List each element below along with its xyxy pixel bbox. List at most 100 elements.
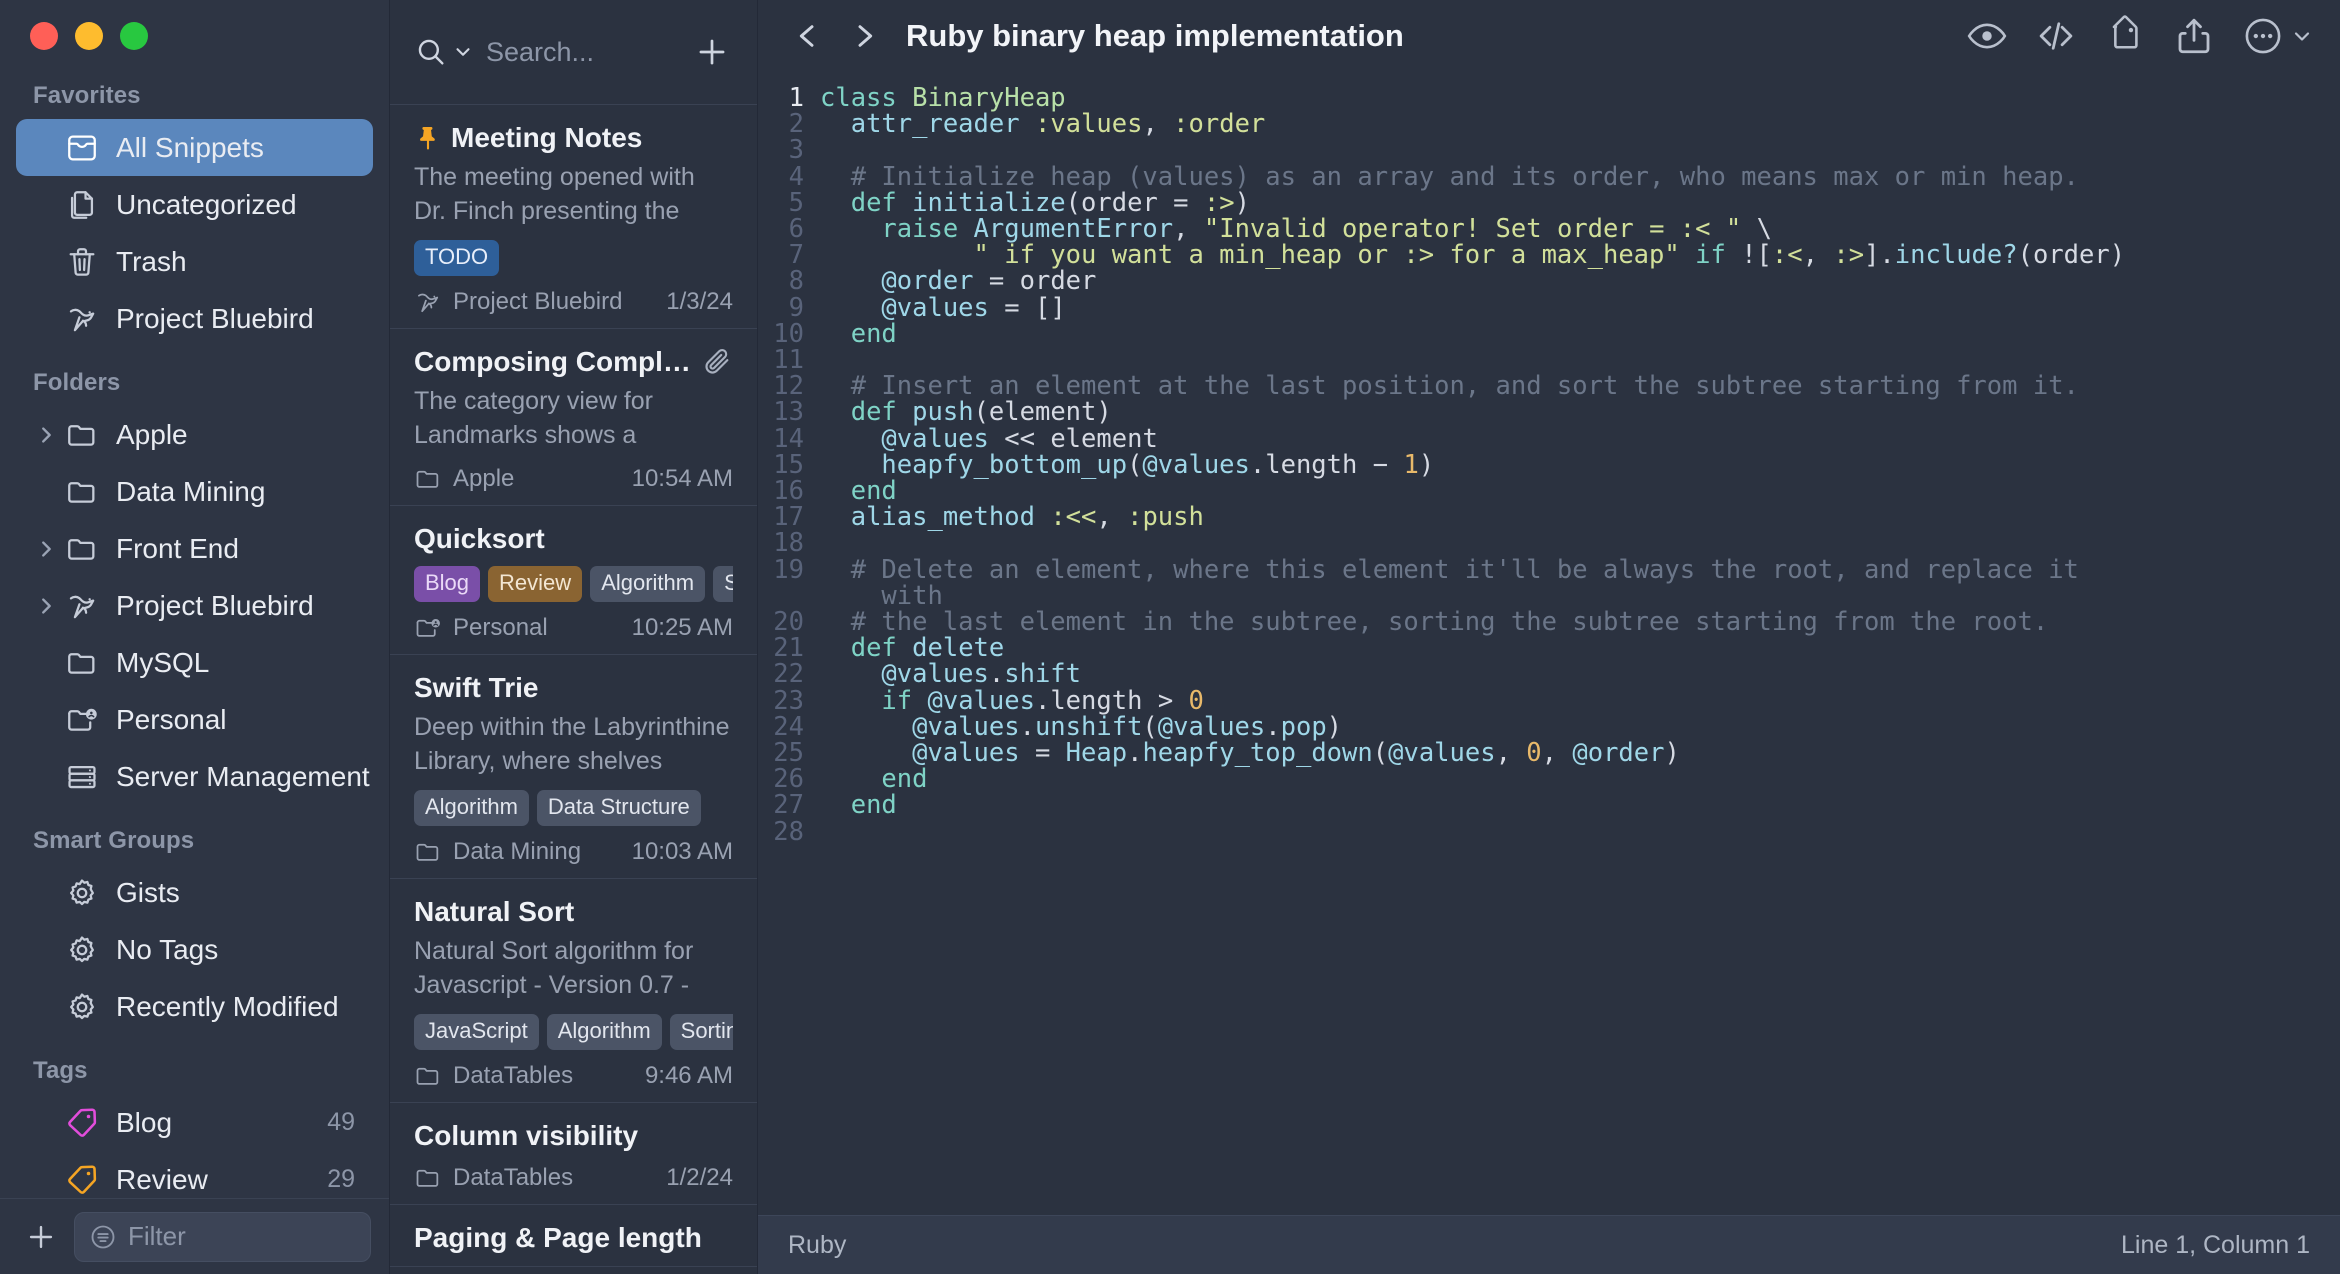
share-icon[interactable]: [2173, 15, 2215, 57]
code-icon[interactable]: [2035, 15, 2077, 57]
code-line: 24 @values.unshift(@values.pop): [758, 714, 2340, 740]
sidebar-item-label: Data Mining: [116, 476, 373, 508]
tag-chip[interactable]: Algorithm: [414, 790, 529, 826]
folder-icon: [61, 475, 103, 509]
sidebar-item-apple[interactable]: Apple: [16, 406, 373, 463]
code-text: end: [820, 321, 2340, 347]
sidebar-item-gists[interactable]: Gists: [16, 864, 373, 921]
sidebar-sections[interactable]: FavoritesAll SnippetsUncategorizedTrashP…: [0, 72, 389, 1274]
note-meta: DataTables1/2/24: [414, 1164, 733, 1192]
back-button[interactable]: [780, 20, 836, 52]
list-item[interactable]: Meeting NotesThe meeting opened with Dr.…: [390, 105, 757, 329]
code-editor[interactable]: 1class BinaryHeap2 attr_reader :values, …: [758, 72, 2340, 1215]
editor-title: Ruby binary heap implementation: [906, 18, 1404, 54]
close-button[interactable]: [30, 22, 58, 50]
minimize-button[interactable]: [75, 22, 103, 50]
chevron-right-icon[interactable]: [33, 595, 59, 617]
line-number: 11: [758, 347, 820, 373]
note-meta: Data Mining10:03 AM: [414, 838, 733, 866]
sidebar-item-label: Project Bluebird: [116, 303, 373, 335]
note-time: 9:46 AM: [645, 1062, 733, 1090]
filter-input[interactable]: Filter: [74, 1212, 371, 1262]
note-title: Column visibility: [414, 1120, 638, 1152]
code-text: " if you want a min_heap or :> for a max…: [820, 242, 2340, 268]
more-icon[interactable]: [2242, 15, 2314, 57]
sidebar-item-label: Gists: [116, 877, 373, 909]
search-input[interactable]: Search...: [486, 37, 681, 68]
tag-chip[interactable]: Algorithm: [547, 1014, 662, 1050]
bird-icon: [61, 589, 103, 623]
search-icon[interactable]: [414, 35, 448, 69]
tag-chip[interactable]: TODO: [414, 240, 499, 276]
note-title: Quicksort: [414, 523, 545, 555]
sidebar-item-blog[interactable]: Blog49: [16, 1094, 373, 1151]
sidebar-item-recently-modified[interactable]: Recently Modified: [16, 978, 373, 1035]
code-line: 20 # the last element in the subtree, so…: [758, 609, 2340, 635]
code-line: 18: [758, 530, 2340, 556]
chevron-down-icon[interactable]: [2290, 24, 2314, 48]
pin-icon: [414, 124, 442, 152]
line-number: 4: [758, 164, 820, 190]
line-number: 12: [758, 373, 820, 399]
line-number: 20: [758, 609, 820, 635]
tag-chip[interactable]: Data Structure: [537, 790, 701, 826]
new-snippet-button[interactable]: [693, 33, 731, 71]
bird-icon: [61, 302, 103, 336]
tag-chip[interactable]: Sorting: [670, 1014, 733, 1050]
note-folder: Personal: [453, 614, 548, 642]
note-title-row: Natural Sort: [414, 896, 733, 928]
sidebar-item-no-tags[interactable]: No Tags: [16, 921, 373, 978]
code-line: 25 @values = Heap.heapfy_top_down(@value…: [758, 740, 2340, 766]
sidebar-item-project-bluebird[interactable]: Project Bluebird: [16, 290, 373, 347]
sidebar-section-header: Folders: [0, 347, 389, 406]
notes-list[interactable]: Meeting NotesThe meeting opened with Dr.…: [390, 105, 757, 1274]
eye-icon[interactable]: [1966, 15, 2008, 57]
note-folder: Apple: [453, 465, 514, 493]
line-number: 27: [758, 792, 820, 818]
list-item[interactable]: Natural SortNatural Sort algorithm for J…: [390, 879, 757, 1103]
code-text: with: [820, 583, 2340, 609]
line-number: 16: [758, 478, 820, 504]
chevron-down-icon[interactable]: [452, 41, 474, 63]
sidebar-item-data-mining[interactable]: Data Mining: [16, 463, 373, 520]
line-number: 26: [758, 766, 820, 792]
line-number: 17: [758, 504, 820, 530]
list-item[interactable]: Composing Complex InterfacesThe category…: [390, 329, 757, 506]
list-item[interactable]: Swift TrieDeep within the Labyrinthine L…: [390, 655, 757, 879]
note-folder: DataTables: [453, 1062, 573, 1090]
sidebar-item-trash[interactable]: Trash: [16, 233, 373, 290]
line-number: 8: [758, 268, 820, 294]
code-line: 16 end: [758, 478, 2340, 504]
tag-chip[interactable]: Sorting: [713, 566, 733, 602]
tag-chip[interactable]: Blog: [414, 566, 480, 602]
sidebar-item-server-management[interactable]: Server Management: [16, 748, 373, 805]
sidebar-item-label: Project Bluebird: [116, 590, 373, 622]
forward-button[interactable]: [836, 20, 892, 52]
note-tags: BlogReviewAlgorithmSorting+2: [414, 566, 733, 602]
documents-icon: [61, 188, 103, 222]
sidebar-item-mysql[interactable]: MySQL: [16, 634, 373, 691]
tag-chip[interactable]: Review: [488, 566, 582, 602]
sidebar-item-front-end[interactable]: Front End: [16, 520, 373, 577]
code-text: heapfy_bottom_up(@values.length − 1): [820, 452, 2340, 478]
list-item[interactable]: Paging & Page length: [390, 1205, 757, 1267]
tag-chip[interactable]: Algorithm: [590, 566, 705, 602]
list-item[interactable]: QuicksortBlogReviewAlgorithmSorting+2Per…: [390, 506, 757, 655]
tag-icon[interactable]: [2104, 15, 2146, 57]
code-text: class BinaryHeap: [820, 85, 2340, 111]
sidebar-item-personal[interactable]: Personal: [16, 691, 373, 748]
sidebar-item-label: Server Management: [116, 761, 373, 793]
chevron-right-icon[interactable]: [33, 424, 59, 446]
note-time: 1/3/24: [666, 288, 733, 316]
zoom-button[interactable]: [120, 22, 148, 50]
code-text: end: [820, 478, 2340, 504]
code-content[interactable]: 1class BinaryHeap2 attr_reader :values, …: [758, 72, 2340, 845]
search-bar[interactable]: Search...: [390, 0, 757, 105]
sidebar-item-project-bluebird[interactable]: Project Bluebird: [16, 577, 373, 634]
sidebar-item-uncategorized[interactable]: Uncategorized: [16, 176, 373, 233]
add-item-button[interactable]: [18, 1214, 64, 1260]
sidebar-item-all-snippets[interactable]: All Snippets: [16, 119, 373, 176]
tag-chip[interactable]: JavaScript: [414, 1014, 539, 1050]
list-item[interactable]: Column visibility DataTables1/2/24: [390, 1103, 757, 1205]
chevron-right-icon[interactable]: [33, 538, 59, 560]
